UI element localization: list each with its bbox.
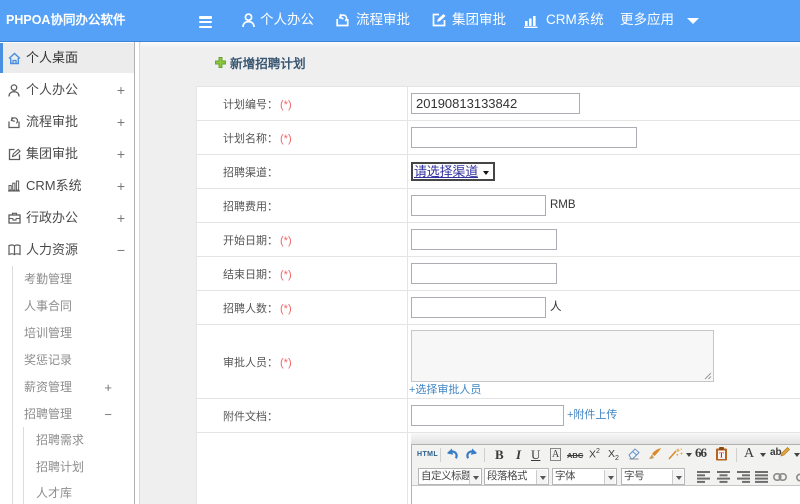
svg-text:T: T	[719, 452, 724, 460]
